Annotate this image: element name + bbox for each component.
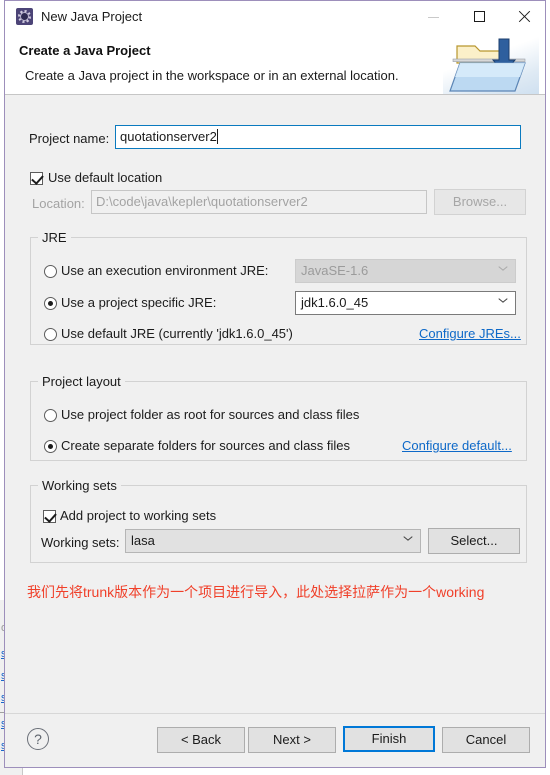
- jre-project-specific-label: Use a project specific JRE:: [61, 295, 217, 310]
- configure-default-link[interactable]: Configure default...: [402, 438, 512, 453]
- browse-button: Browse...: [434, 189, 526, 215]
- jre-project-specific-radio[interactable]: [44, 297, 57, 310]
- dialog-footer: ? < Back Next > Finish Cancel: [5, 713, 545, 767]
- add-to-working-sets-checkbox[interactable]: [43, 510, 57, 523]
- working-sets-label: Working sets:: [41, 535, 120, 550]
- back-button[interactable]: < Back: [157, 727, 245, 753]
- jre-default-radio[interactable]: [44, 328, 57, 341]
- radio-selected-dot: [48, 444, 53, 449]
- add-to-working-sets-label: Add project to working sets: [60, 508, 217, 523]
- annotation-text: 我们先将trunk版本作为一个项目进行导入，此处选择拉萨作为一个working: [27, 584, 485, 600]
- project-name-label: Project name:: [29, 131, 110, 146]
- working-sets-value: lasa: [131, 533, 155, 548]
- check-icon: [44, 510, 57, 523]
- close-button[interactable]: [502, 1, 547, 32]
- project-name-input[interactable]: quotationserver2: [115, 125, 521, 149]
- new-java-project-dialog: New Java Project Create a Java Project C…: [4, 0, 546, 768]
- jre-execution-environment-label: Use an execution environment JRE:: [61, 263, 269, 278]
- jre-project-specific-combo[interactable]: jdk1.6.0_45: [295, 291, 516, 315]
- project-layout-group-title: Project layout: [38, 374, 125, 389]
- use-default-location-label: Use default location: [48, 170, 163, 185]
- finish-button[interactable]: Finish: [343, 726, 435, 752]
- location-value: D:\code\java\kepler\quotationserver2: [96, 194, 308, 209]
- working-sets-group-title: Working sets: [38, 478, 121, 493]
- cancel-button[interactable]: Cancel: [442, 727, 530, 753]
- layout-separate-folders-radio[interactable]: [44, 440, 57, 453]
- jre-default-label: Use default JRE (currently 'jdk1.6.0_45'…: [61, 326, 293, 341]
- jre-project-specific-value: jdk1.6.0_45: [301, 295, 369, 310]
- location-input: D:\code\java\kepler\quotationserver2: [91, 190, 427, 214]
- minimize-button[interactable]: [411, 1, 456, 32]
- page-title: Create a Java Project: [19, 43, 151, 58]
- window-title: New Java Project: [41, 9, 143, 24]
- select-working-sets-button[interactable]: Select...: [428, 528, 520, 554]
- close-icon: [502, 1, 547, 32]
- page-description: Create a Java project in the workspace o…: [25, 68, 399, 83]
- java-folder-banner-icon: [443, 33, 539, 94]
- maximize-icon: [457, 1, 502, 32]
- location-label: Location:: [32, 196, 85, 211]
- chevron-down-icon: [404, 538, 412, 546]
- minimize-icon: [411, 1, 456, 32]
- layout-project-folder-label: Use project folder as root for sources a…: [61, 407, 360, 422]
- radio-selected-dot: [48, 301, 53, 306]
- screen: ol su su su su su New Java Project: [0, 0, 550, 775]
- chevron-down-icon: [499, 300, 507, 308]
- project-name-value: quotationserver2: [120, 129, 217, 144]
- maximize-button[interactable]: [457, 1, 502, 32]
- working-sets-combo[interactable]: lasa: [125, 529, 421, 553]
- jre-execution-environment-combo: JavaSE-1.6: [295, 259, 516, 283]
- layout-project-folder-radio[interactable]: [44, 409, 57, 422]
- jre-execution-environment-value: JavaSE-1.6: [301, 263, 369, 278]
- dialog-body: Project name: quotationserver2 Use defau…: [5, 95, 545, 713]
- use-default-location-checkbox[interactable]: [30, 172, 44, 185]
- check-icon: [31, 172, 44, 185]
- title-bar: New Java Project: [5, 1, 545, 33]
- configure-jres-link[interactable]: Configure JREs...: [419, 326, 521, 341]
- wizard-header: Create a Java Project Create a Java proj…: [5, 33, 545, 95]
- chevron-down-icon: [499, 268, 507, 276]
- help-icon[interactable]: ?: [27, 728, 49, 750]
- next-button[interactable]: Next >: [248, 727, 336, 753]
- jre-group-title: JRE: [38, 230, 71, 245]
- java-project-icon: [16, 8, 33, 25]
- jre-execution-environment-radio[interactable]: [44, 265, 57, 278]
- layout-separate-folders-label: Create separate folders for sources and …: [61, 438, 351, 453]
